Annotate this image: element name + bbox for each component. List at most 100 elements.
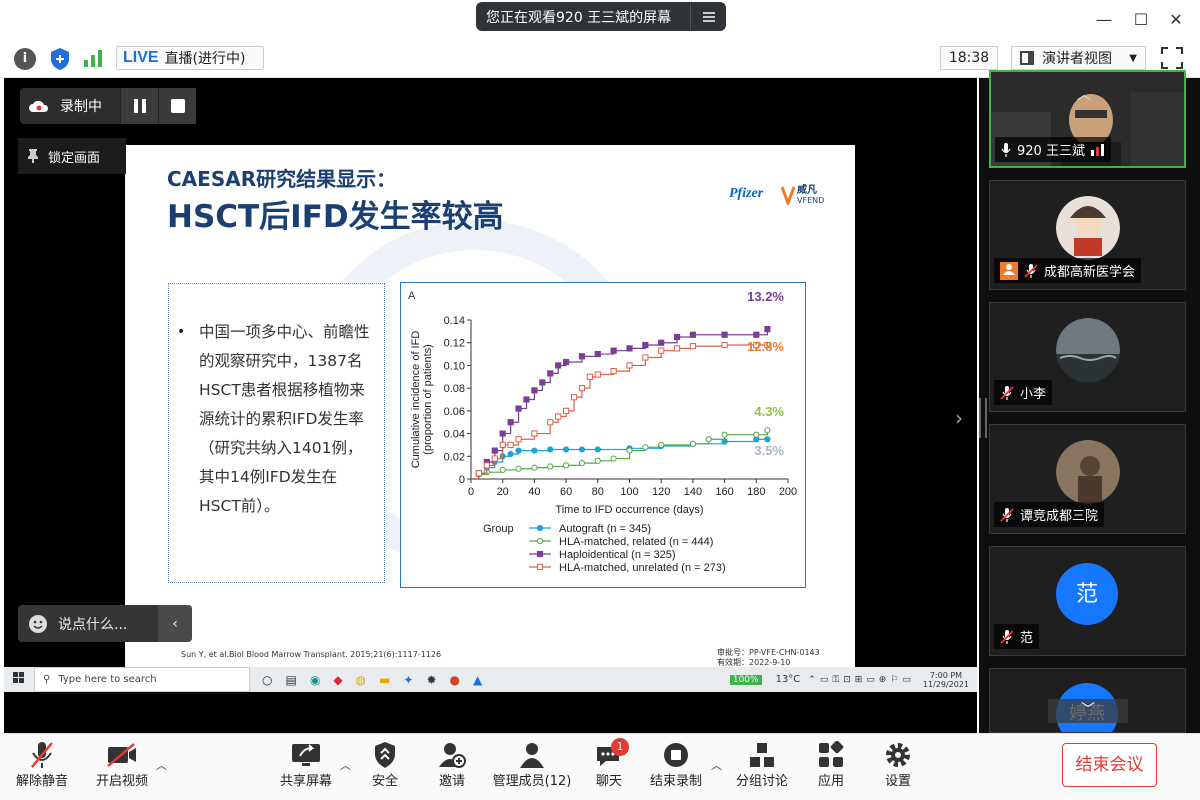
taskbar-search: ⚲ Type here to search	[34, 667, 250, 692]
info-icon[interactable]: i	[14, 48, 36, 70]
speaking-level-icon	[1090, 143, 1104, 156]
mic-muted-icon	[1024, 263, 1038, 278]
unmute-button[interactable]: 解除静音	[12, 740, 72, 789]
breakout-rooms-button[interactable]: 分组讨论	[733, 740, 791, 789]
citation: Sun Y, et al.Biol Blood Marrow Transplan…	[181, 650, 442, 659]
live-status: 直播(进行中)	[164, 51, 246, 67]
data-point	[689, 331, 696, 338]
maximize-button[interactable]: ☐	[1129, 8, 1153, 32]
data-point	[626, 447, 633, 454]
x-tick-label: 200	[779, 486, 797, 498]
participant-tile[interactable]: 谭竞成都三院	[989, 424, 1186, 534]
security-button[interactable]: 安全	[360, 740, 410, 789]
data-point	[555, 362, 562, 369]
chevron-down-icon: ▼	[1129, 52, 1137, 64]
settings-button[interactable]: 设置	[873, 740, 923, 789]
shield-icon[interactable]	[49, 47, 71, 75]
chevron-up-icon[interactable]: ︿	[1077, 84, 1091, 104]
pause-recording-button[interactable]	[120, 88, 158, 124]
taskbar-search-text: Type here to search	[58, 674, 157, 685]
vfend-logo-text: 威凡	[797, 184, 817, 196]
data-point	[642, 341, 649, 349]
breakout-icon	[733, 740, 791, 770]
live-indicator[interactable]: LIVE 直播(进行中)	[116, 46, 264, 70]
chevron-right-icon[interactable]: ›	[955, 406, 963, 430]
apps-button[interactable]: 应用	[806, 740, 856, 789]
data-point	[555, 413, 562, 420]
minimize-button[interactable]: —	[1092, 8, 1116, 32]
data-point	[705, 436, 712, 443]
window-title: 您正在观看920 王三斌的屏幕	[486, 9, 672, 26]
participant-avatar	[1056, 318, 1120, 382]
data-point	[594, 446, 601, 453]
data-point	[610, 368, 617, 375]
shared-taskbar: ⚲ Type here to search ○ ▤ ◉ ◆ ◍ ▬ ✦ ✹ ● …	[4, 667, 977, 692]
data-point	[499, 441, 506, 449]
manage-participants-button[interactable]: 管理成员(12)	[488, 740, 576, 789]
chat-input-bar[interactable]: 说点什么... ‹	[18, 605, 192, 642]
data-point	[594, 457, 601, 464]
record-stop-icon	[646, 740, 706, 770]
apps-icon	[806, 740, 856, 770]
video-options-chevron-icon[interactable]: ︿	[156, 757, 167, 773]
view-mode-label: 演讲者视图	[1042, 51, 1112, 67]
data-point	[515, 405, 522, 412]
share-options-chevron-icon[interactable]: ︿	[340, 757, 351, 773]
participant-tile[interactable]: 小李	[989, 302, 1186, 412]
invite-icon	[427, 740, 477, 770]
data-point	[547, 463, 554, 470]
chat-badge: 1	[611, 738, 629, 756]
invite-button[interactable]: 邀请	[427, 740, 477, 789]
end-meeting-button[interactable]: 结束会议	[1062, 743, 1157, 787]
close-button[interactable]: ✕	[1164, 8, 1188, 32]
recording-label: 录制中	[60, 99, 102, 115]
panel-resize-handle[interactable]	[979, 398, 987, 438]
chat-placeholder[interactable]: 说点什么...	[58, 614, 158, 634]
participant-tile-host[interactable]: 成都高新医学会	[989, 180, 1186, 290]
legend-marker	[536, 550, 544, 558]
powerpoint-icon: ●	[449, 672, 460, 687]
lock-screen-button[interactable]: 锁定画面	[18, 138, 126, 174]
x-tick-label: 180	[747, 486, 765, 498]
share-banner[interactable]: 您正在观看920 王三斌的屏幕	[476, 2, 726, 31]
photos-icon: ▲	[472, 672, 483, 687]
participant-tile[interactable]: 范 范	[989, 546, 1186, 656]
taskbar-time: 7:00 PM	[929, 670, 963, 680]
apps-label: 应用	[817, 774, 844, 789]
start-video-button[interactable]: 开启视频	[92, 740, 152, 789]
chrome-icon: ◍	[355, 672, 367, 687]
emoji-icon[interactable]	[18, 614, 58, 634]
x-tick-label: 140	[684, 486, 702, 498]
participant-name: 谭竞成都三院	[1020, 509, 1099, 524]
data-point	[547, 370, 554, 377]
stop-recording-button[interactable]	[158, 88, 196, 124]
share-screen-button[interactable]: 共享屏幕	[276, 740, 336, 789]
collapse-chat-icon[interactable]: ‹	[158, 605, 192, 642]
file-explorer-icon: ▬	[379, 672, 391, 687]
panel-label: A	[408, 290, 416, 302]
record-options-chevron-icon[interactable]: ︿	[711, 757, 722, 773]
end-value-label: 4.3%	[754, 404, 784, 419]
participant-tile[interactable]: 婷燕 ﹀	[989, 668, 1186, 733]
signal-icon[interactable]	[82, 48, 104, 72]
x-tick-label: 0	[468, 486, 474, 498]
bullet-dot: •	[177, 324, 186, 340]
data-point	[507, 441, 514, 449]
scroll-down-button[interactable]: ﹀	[1048, 699, 1128, 723]
participant-name: 小李	[1020, 387, 1047, 402]
data-point	[531, 387, 538, 394]
participant-tile-speaker[interactable]: 920 王三斌 ︿	[989, 70, 1186, 168]
stop-recording-toolbar-button[interactable]: 结束录制	[646, 740, 706, 789]
data-point	[491, 447, 498, 454]
legend-marker	[536, 524, 544, 532]
data-point	[491, 455, 498, 462]
end-value-label: 12.8%	[747, 339, 784, 354]
speaker-view-icon	[1020, 51, 1034, 65]
data-point	[642, 444, 649, 451]
mic-muted-icon	[1000, 629, 1014, 644]
view-mode-select[interactable]: 演讲者视图 ▼	[1011, 46, 1146, 70]
legend-entry: Haploidentical (n = 325)	[559, 549, 676, 561]
data-point	[499, 430, 506, 437]
banner-menu-icon[interactable]	[690, 2, 726, 31]
participant-avatar	[1056, 196, 1120, 260]
